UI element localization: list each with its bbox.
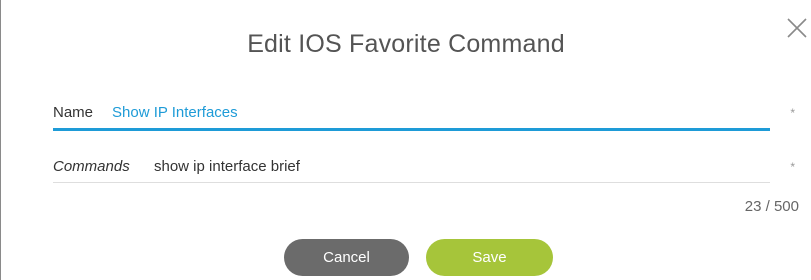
character-counter: 23 / 500 xyxy=(744,198,799,215)
dialog-title: Edit IOS Favorite Command xyxy=(247,30,565,58)
commands-input[interactable]: show ip interface brief xyxy=(154,158,300,175)
commands-label: Commands xyxy=(53,158,130,175)
name-label: Name xyxy=(53,104,94,121)
name-required-marker: * xyxy=(790,106,795,120)
cancel-button[interactable]: Cancel xyxy=(284,239,409,276)
save-button[interactable]: Save xyxy=(426,239,553,276)
name-field[interactable]: Name Show IP Interfaces xyxy=(53,98,770,131)
name-input[interactable]: Show IP Interfaces xyxy=(112,104,238,121)
commands-required-marker: * xyxy=(790,160,795,174)
commands-field[interactable]: Commands show ip interface brief xyxy=(53,152,770,183)
edit-favorite-command-dialog: Edit IOS Favorite Command Name Show IP I… xyxy=(0,0,811,280)
